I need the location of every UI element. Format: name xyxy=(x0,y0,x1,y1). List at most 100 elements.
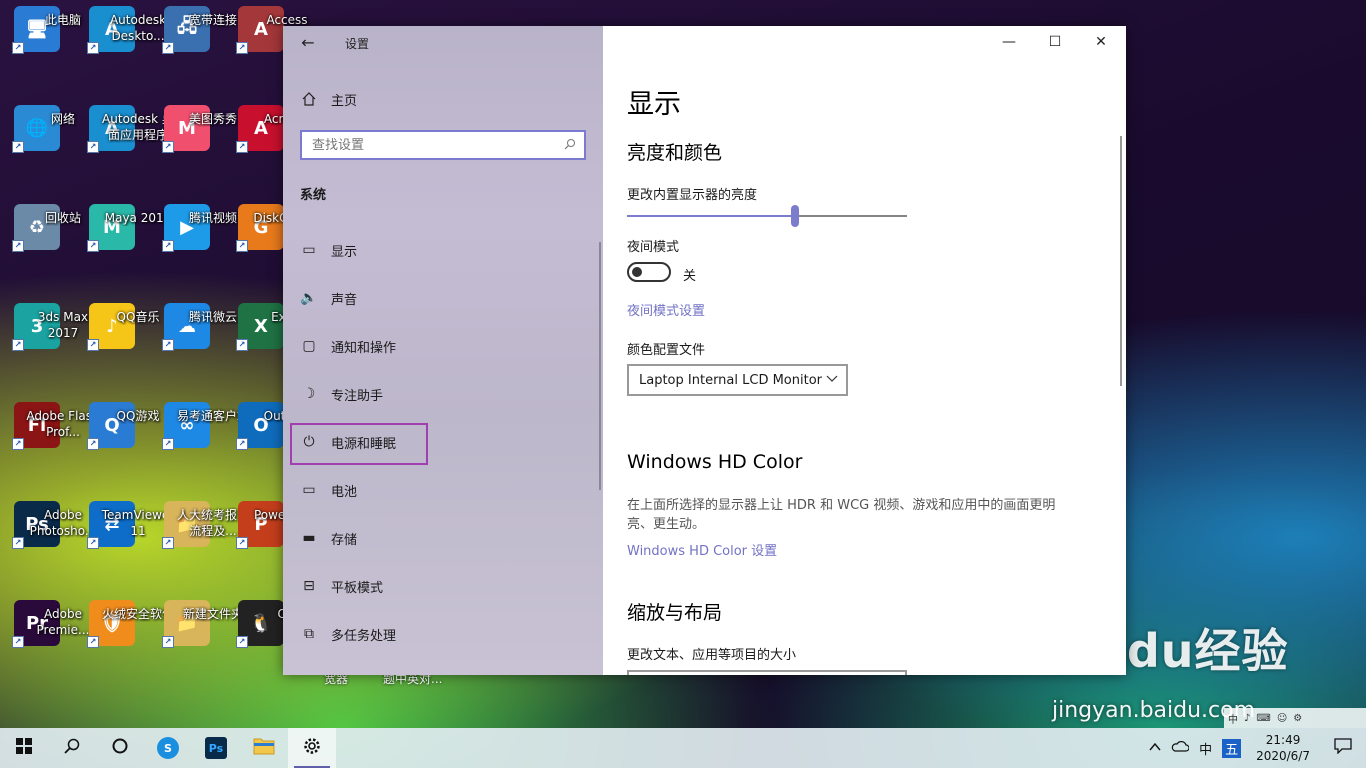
ime-toolbar-item[interactable]: ☺ xyxy=(1277,713,1287,724)
nav-item[interactable]: ▢ 通知和操作 xyxy=(283,322,603,370)
close-button[interactable]: ✕ xyxy=(1078,26,1124,58)
brightness-slider[interactable] xyxy=(627,205,907,227)
shortcut-arrow-icon: ↗ xyxy=(162,339,174,351)
nav-item[interactable]: ⊟ 平板模式 xyxy=(283,562,603,610)
ime-language-indicator[interactable]: 中 xyxy=(1194,739,1217,758)
search-input[interactable] xyxy=(312,137,560,153)
nav-item-label: 电池 xyxy=(331,484,358,500)
back-button[interactable]: ← xyxy=(297,32,319,52)
notification-icon: ▢ xyxy=(302,338,316,354)
night-mode-label: 夜间模式 xyxy=(627,240,680,255)
minimize-button[interactable]: — xyxy=(986,26,1032,58)
color-profile-dropdown[interactable]: Laptop Internal LCD Monitor xyxy=(627,364,848,396)
desktop-icon[interactable]: 🛡 ↗ 火绒安全软件 xyxy=(75,600,174,692)
nav-home-label: 主页 xyxy=(331,93,358,109)
hd-color-description: 在上面所选择的显示器上让 HDR 和 WCG 视频、游戏和应用中的画面更明亮、更… xyxy=(627,498,1056,532)
nav-pane: ← 设置 主页 系统 ▭ 显示 🔈 声音 ▢ 通知和操作 ☽ 专注助手 ⏻ 电源和睡眠 ▭ 电池 ▬ 存储… xyxy=(283,26,603,675)
nav-item[interactable]: ▭ 显示 xyxy=(283,226,603,274)
desktop-icon[interactable]: ♪ ↗ QQ音乐 xyxy=(75,303,159,395)
shortcut-arrow-icon: ↗ xyxy=(12,141,24,153)
nav-item[interactable]: ⏻ 电源和睡眠 xyxy=(283,418,603,466)
folder-icon xyxy=(253,737,275,760)
desktop-icon[interactable]: Pr ↗ Adobe Premie... xyxy=(0,600,89,692)
desktop-icon[interactable]: 📁 ↗ 人大统考报名流程及... xyxy=(150,501,249,593)
tablet-icon: ⊟ xyxy=(303,578,315,594)
shortcut-arrow-icon: ↗ xyxy=(87,636,99,648)
content-pane: — ☐ ✕ 显示 亮度和颜色 更改内置显示器的亮度 夜间模式 关 夜间模式设置 … xyxy=(603,26,1126,675)
ime-mode-indicator[interactable]: 五 xyxy=(1222,738,1242,758)
desktop-icon[interactable]: ∞ ↗ 易考通客户端 xyxy=(150,402,249,494)
ime-toolbar-item[interactable]: 中 xyxy=(1228,711,1238,726)
desktop-icon[interactable]: M ↗ Maya 2019 xyxy=(75,204,171,296)
nav-item[interactable]: ▬ 存储 xyxy=(283,514,603,562)
ime-toolbar-item[interactable]: ♪ xyxy=(1244,713,1250,724)
nav-item[interactable]: 🔈 声音 xyxy=(283,274,603,322)
desktop-icon[interactable]: 🌐 ↗ 网络 xyxy=(0,105,75,197)
desktop-icon[interactable]: 🖥 ↗ 此电脑 xyxy=(0,6,81,98)
photoshop-icon: Ps xyxy=(205,737,227,759)
notification-center-icon[interactable] xyxy=(1320,738,1366,758)
nav-item-label: 多任务处理 xyxy=(331,628,397,644)
shortcut-arrow-icon: ↗ xyxy=(162,438,174,450)
taskbar-search-button[interactable] xyxy=(48,728,96,768)
shortcut-arrow-icon: ↗ xyxy=(12,438,24,450)
taskbar-app-photoshop[interactable]: Ps xyxy=(192,728,240,768)
home-icon xyxy=(300,90,318,108)
chevron-up-icon[interactable] xyxy=(1144,741,1166,756)
cortana-icon xyxy=(112,738,128,759)
clock[interactable]: 21:49 2020/6/7 xyxy=(1246,732,1320,764)
search-icon[interactable] xyxy=(560,138,580,153)
night-mode-toggle[interactable] xyxy=(627,262,671,282)
scale-dropdown[interactable] xyxy=(627,670,907,675)
ime-toolbar[interactable]: 中 ♪ ⌨ ☺ ⚙ xyxy=(1224,708,1366,728)
desktop-icon[interactable]: ♻ ↗ 回收站 xyxy=(0,204,81,296)
night-mode-settings-link[interactable]: 夜间模式设置 xyxy=(627,300,705,319)
hd-color-heading: Windows HD Color xyxy=(627,451,803,473)
desktop-icon[interactable]: Fl ↗ Adobe Flash Prof... xyxy=(0,402,100,494)
desktop-icon[interactable]: Q ↗ QQ游戏 xyxy=(75,402,159,494)
shortcut-arrow-icon: ↗ xyxy=(236,141,248,153)
desktop-icon[interactable]: A ↗ Autodesk Deskto... xyxy=(75,6,166,98)
nav-item[interactable]: ☽ 专注助手 xyxy=(283,370,603,418)
settings-window: ← 设置 主页 系统 ▭ 显示 🔈 声音 ▢ 通知和操作 ☽ 专注助手 ⏻ 电源和睡眠 ▭ 电池 ▬ 存储… xyxy=(283,26,1126,675)
nav-item[interactable]: ⧉ 多任务处理 xyxy=(283,610,603,658)
taskbar-app-settings[interactable] xyxy=(288,728,336,768)
nav-section-heading: 系统 xyxy=(300,188,327,203)
nav-item[interactable]: ▭ 电池 xyxy=(283,466,603,514)
desktop-icon[interactable]: ▶ ↗ 腾讯视频 xyxy=(150,204,237,296)
shortcut-arrow-icon: ↗ xyxy=(12,537,24,549)
chevron-down-icon xyxy=(826,372,838,387)
cortana-button[interactable] xyxy=(96,728,144,768)
sogou-browser-icon: S xyxy=(157,737,179,759)
maximize-button[interactable]: ☐ xyxy=(1032,26,1078,58)
taskbar: S Ps 中 五 21:49 2020/6/7 xyxy=(0,728,1366,768)
speaker-icon: 🔈 xyxy=(300,290,318,306)
shortcut-arrow-icon: ↗ xyxy=(162,141,174,153)
search-box[interactable] xyxy=(300,130,586,160)
desktop-icon[interactable]: ⇄ ↗ TeamViewer 11 xyxy=(75,501,174,593)
onedrive-icon[interactable] xyxy=(1166,740,1194,756)
desktop-icon[interactable]: 📁 ↗ 新建文件夹 xyxy=(150,600,243,692)
desktop-icon[interactable]: ☁ ↗ 腾讯微云 xyxy=(150,303,237,395)
nav-item-label: 通知和操作 xyxy=(331,340,397,356)
start-button[interactable] xyxy=(0,728,48,768)
content-scrollbar[interactable] xyxy=(1120,136,1122,386)
desktop-icon[interactable]: A ↗ Autodesk 桌面应用程序 xyxy=(75,105,174,197)
nav-home[interactable]: 主页 xyxy=(283,84,603,114)
hd-color-settings-link[interactable]: Windows HD Color 设置 xyxy=(627,540,777,559)
night-mode-state: 关 xyxy=(683,269,697,284)
shortcut-arrow-icon: ↗ xyxy=(87,141,99,153)
taskbar-app-explorer[interactable] xyxy=(240,728,288,768)
nav-scrollbar[interactable] xyxy=(599,242,601,490)
desktop-icon[interactable]: 3 ↗ 3ds Max 2017 xyxy=(0,303,88,395)
desktop-icon[interactable]: M ↗ 美图秀秀 xyxy=(150,105,237,197)
brightness-slider-thumb[interactable] xyxy=(791,205,799,227)
shortcut-arrow-icon: ↗ xyxy=(12,636,24,648)
desktop-icon[interactable]: 🖧 ↗ 宽带连接 xyxy=(150,6,237,98)
nav-item-label: 显示 xyxy=(331,244,358,260)
taskbar-app-sogou[interactable]: S xyxy=(144,728,192,768)
desktop-icon[interactable]: Ps ↗ Adobe Photosho... xyxy=(0,501,96,593)
ime-toolbar-item[interactable]: ⌨ xyxy=(1256,713,1270,724)
shortcut-arrow-icon: ↗ xyxy=(236,42,248,54)
ime-toolbar-item[interactable]: ⚙ xyxy=(1293,713,1302,724)
